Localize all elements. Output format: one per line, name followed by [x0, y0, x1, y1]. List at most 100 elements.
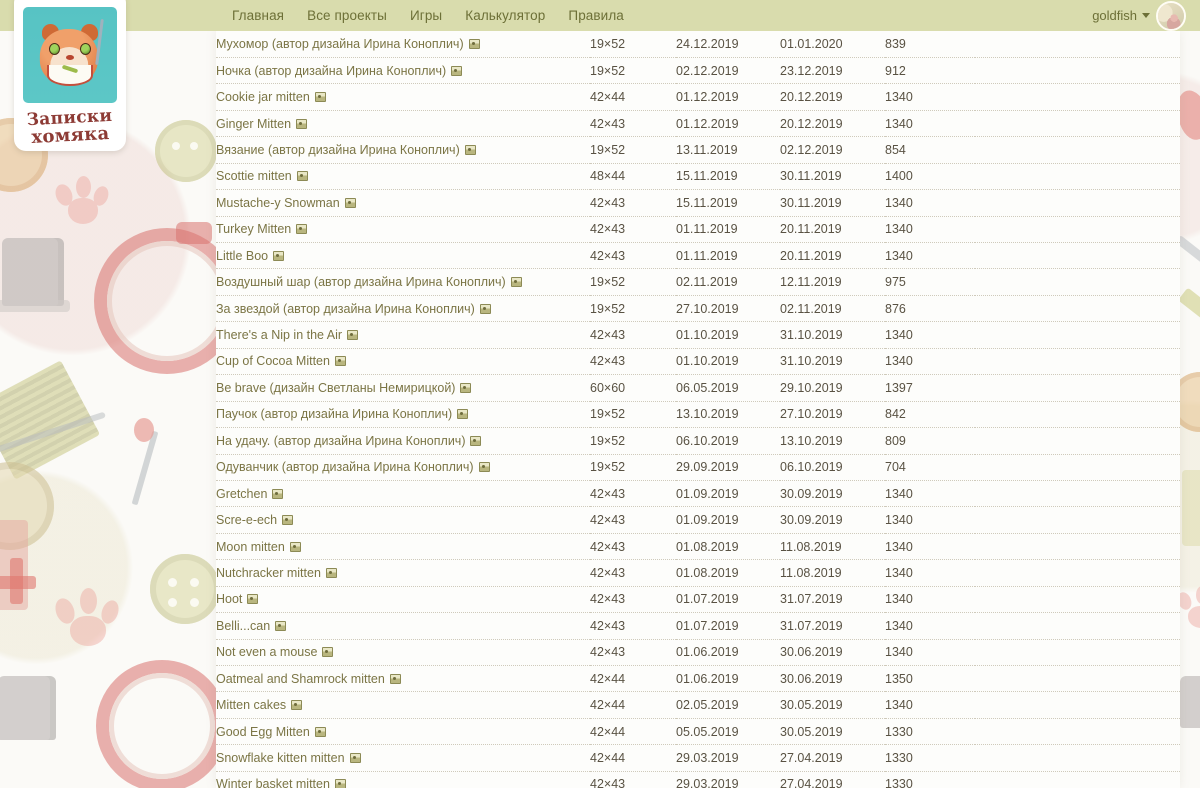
project-title-link[interactable]: Cookie jar mitten: [216, 90, 310, 104]
table-row: Mustache-y Snowman 42×43 15.11.2019 30.11.2…: [216, 189, 1180, 217]
project-title-link[interactable]: Oatmeal and Shamrock mitten: [216, 672, 385, 686]
projects-table: Мухомор (автор дизайна Ирина Коноплич) 19…: [216, 31, 1180, 788]
photo-icon[interactable]: [325, 567, 337, 578]
site-logo[interactable]: Записки хомяка: [14, 0, 126, 151]
project-spacer-cell: [975, 612, 1180, 640]
top-navigation-bar: Главная Все проекты Игры Калькулятор Пра…: [0, 0, 1200, 31]
user-name-label: goldfish: [1092, 8, 1137, 23]
photo-icon[interactable]: [273, 250, 285, 261]
project-start-date-cell: 13.11.2019: [676, 136, 780, 164]
project-title-link[interactable]: Scottie mitten: [216, 169, 292, 183]
project-size-cell: 42×43: [590, 586, 676, 614]
photo-icon[interactable]: [282, 515, 294, 526]
pin-head-doodle: [134, 418, 154, 442]
project-title-link[interactable]: Cup of Cocoa Mitten: [216, 354, 330, 368]
project-title-link[interactable]: Moon mitten: [216, 540, 285, 554]
photo-icon[interactable]: [296, 171, 308, 182]
user-menu-area: goldfish: [1092, 0, 1186, 31]
project-title-link[interactable]: Ночка (автор дизайна Ирина Коноплич): [216, 64, 446, 78]
project-title-link[interactable]: Turkey Mitten: [216, 222, 291, 236]
photo-icon[interactable]: [349, 753, 361, 764]
project-end-date-cell: 20.12.2019: [780, 110, 885, 138]
table-row: Ginger Mitten 42×43 01.12.2019 20.12.2019 13…: [216, 110, 1180, 138]
avatar[interactable]: [1156, 0, 1186, 31]
project-size-cell: 42×44: [590, 665, 676, 693]
project-title-link[interactable]: Belli...can: [216, 619, 270, 633]
photo-icon[interactable]: [334, 779, 346, 788]
photo-icon[interactable]: [296, 118, 308, 129]
user-menu-button[interactable]: goldfish: [1092, 8, 1150, 23]
project-title-link[interactable]: Scre-e-ech: [216, 513, 277, 527]
project-count-cell: 1340: [885, 533, 975, 561]
project-title-link[interactable]: Winter basket mitten: [216, 777, 330, 788]
photo-icon[interactable]: [289, 541, 301, 552]
project-end-date-cell: 30.09.2019: [780, 506, 885, 534]
project-size-cell: 42×44: [590, 83, 676, 111]
project-count-cell: 704: [885, 454, 975, 481]
project-title-link[interactable]: Mitten cakes: [216, 698, 286, 712]
nav-item-home[interactable]: Главная: [232, 8, 284, 23]
project-title-link[interactable]: Воздушный шар (автор дизайна Ирина Коноп…: [216, 275, 506, 289]
photo-icon[interactable]: [464, 144, 476, 155]
photo-icon[interactable]: [510, 277, 522, 288]
photo-icon[interactable]: [334, 356, 346, 367]
photo-icon[interactable]: [296, 224, 308, 235]
project-end-date-cell: 02.11.2019: [780, 295, 885, 323]
embroidery-hoop-icon: [47, 65, 93, 86]
project-end-date-cell: 23.12.2019: [780, 57, 885, 85]
project-title-cell: Be brave (дизайн Светланы Немирицкой): [216, 374, 590, 402]
project-count-cell: 1330: [885, 718, 975, 746]
project-size-cell: 19×52: [590, 31, 676, 58]
project-title-link[interactable]: Gretchen: [216, 487, 267, 501]
project-count-cell: 1340: [885, 612, 975, 640]
project-title-link[interactable]: Little Boo: [216, 249, 268, 263]
project-title-link[interactable]: Ginger Mitten: [216, 117, 291, 131]
project-title-link[interactable]: Hoot: [216, 592, 242, 606]
project-count-cell: 1340: [885, 189, 975, 217]
nav-item-projects[interactable]: Все проекты: [307, 8, 387, 23]
photo-icon[interactable]: [344, 197, 356, 208]
project-title-link[interactable]: Мухомор (автор дизайна Ирина Коноплич): [216, 37, 464, 51]
project-start-date-cell: 15.11.2019: [676, 163, 780, 191]
photo-icon[interactable]: [272, 488, 284, 499]
project-title-cell: Cookie jar mitten: [216, 83, 590, 111]
photo-icon[interactable]: [451, 65, 463, 76]
table-row: Be brave (дизайн Светланы Немирицкой) 60×…: [216, 374, 1180, 402]
project-title-link[interactable]: Mustache-y Snowman: [216, 196, 340, 210]
project-title-link[interactable]: Good Egg Mitten: [216, 725, 310, 739]
photo-icon[interactable]: [347, 330, 359, 341]
project-count-cell: 809: [885, 427, 975, 455]
project-title-link[interactable]: Be brave (дизайн Светланы Немирицкой): [216, 381, 455, 395]
project-title-link[interactable]: Паучок (автор дизайна Ирина Коноплич): [216, 407, 452, 421]
project-title-cell: Mitten cakes: [216, 691, 590, 719]
photo-icon[interactable]: [468, 38, 480, 49]
nav-item-calculator[interactable]: Калькулятор: [465, 8, 545, 23]
photo-icon[interactable]: [460, 382, 472, 393]
photo-icon[interactable]: [322, 647, 334, 658]
table-row: Ночка (автор дизайна Ирина Коноплич) 19×5…: [216, 57, 1180, 85]
project-title-link[interactable]: Nutchracker mitten: [216, 566, 321, 580]
project-title-link[interactable]: Вязание (автор дизайна Ирина Коноплич): [216, 143, 460, 157]
project-title-link[interactable]: There's a Nip in the Air: [216, 328, 342, 342]
nav-item-rules[interactable]: Правила: [568, 8, 624, 23]
project-count-cell: 912: [885, 57, 975, 85]
photo-icon[interactable]: [470, 435, 482, 446]
photo-icon[interactable]: [314, 92, 326, 103]
photo-icon[interactable]: [247, 594, 259, 605]
project-title-link[interactable]: Одуванчик (автор дизайна Ирина Коноплич): [216, 460, 474, 474]
project-title-link[interactable]: Not even a mouse: [216, 645, 317, 659]
photo-icon[interactable]: [291, 700, 303, 711]
photo-icon[interactable]: [478, 462, 490, 473]
project-title-link[interactable]: На удачу. (автор дизайна Ирина Коноплич): [216, 434, 465, 448]
photo-icon[interactable]: [479, 303, 491, 314]
project-title-link[interactable]: За звездой (автор дизайна Ирина Коноплич…: [216, 302, 475, 316]
photo-icon[interactable]: [275, 620, 287, 631]
project-start-date-cell: 01.12.2019: [676, 83, 780, 111]
project-size-cell: 19×52: [590, 295, 676, 323]
project-title-link[interactable]: Snowflake kitten mitten: [216, 751, 345, 765]
photo-icon[interactable]: [389, 673, 401, 684]
photo-icon[interactable]: [457, 409, 469, 420]
project-count-cell: 1330: [885, 771, 975, 788]
nav-item-games[interactable]: Игры: [410, 8, 442, 23]
photo-icon[interactable]: [314, 726, 326, 737]
